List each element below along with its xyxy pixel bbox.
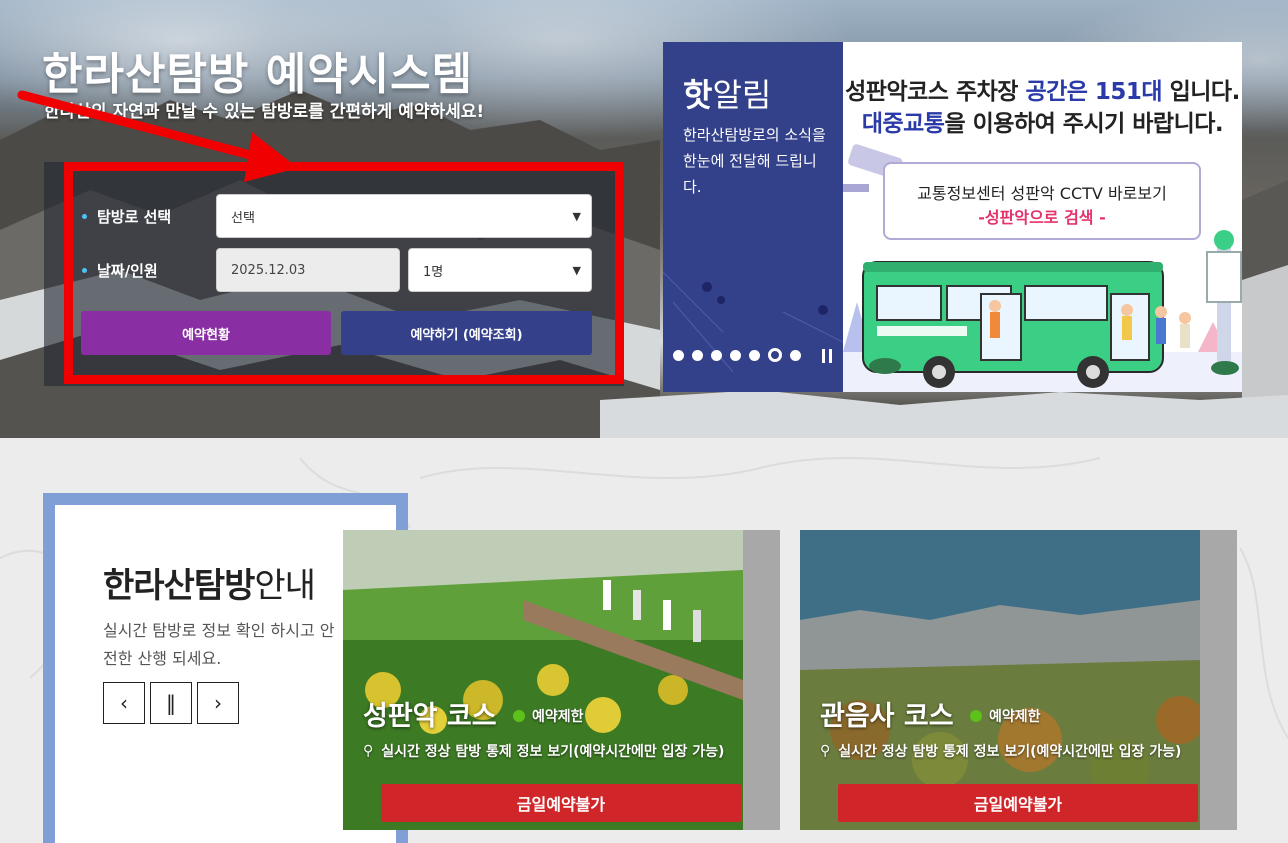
- notice-slide[interactable]: 성판악코스 주차장 공간은 151대 입니다. 대중교통을 이용하여 주시기 바…: [843, 42, 1242, 392]
- chevron-left-icon: ‹: [120, 691, 128, 715]
- notice-panel: 핫알림 한라산탐방로의 소식을 한눈에 전달해 드립니다.: [663, 42, 843, 392]
- map-pin-icon: ⚲: [363, 743, 374, 759]
- book-button[interactable]: 금일예약불가: [381, 784, 741, 822]
- notice-description: 한라산탐방로의 소식을 한눈에 전달해 드립니다.: [683, 126, 826, 196]
- status-dot-icon: [970, 710, 982, 722]
- slide-dot[interactable]: [711, 349, 722, 361]
- prev-slide-button[interactable]: ‹: [103, 682, 145, 724]
- pause-slide-button[interactable]: ‖: [150, 682, 192, 724]
- page-title: 한라산탐방 예약시스템: [42, 49, 474, 100]
- slide-dot[interactable]: [692, 349, 703, 361]
- slide-indicators: [673, 348, 809, 362]
- bus-illustration-icon: [843, 230, 1242, 392]
- slide-dot[interactable]: [673, 349, 684, 361]
- course-name: 성판악 코스: [363, 701, 497, 732]
- course-card-seongpanak[interactable]: 성판악 코스 예약제한 ⚲ 실시간 정상 탐방 통제 정보 보기(예약시간에만 입…: [343, 530, 780, 830]
- slide-dot-active[interactable]: [768, 348, 782, 362]
- course-status: 예약제한: [970, 706, 1041, 726]
- chevron-right-icon: ›: [214, 691, 222, 715]
- parking-notice: 성판악코스 주차장 공간은 151대 입니다.: [845, 79, 1240, 105]
- course-status: 예약제한: [513, 706, 584, 726]
- page-subtitle: 한라산의 자연과 만날 수 있는 탐방로를 간편하게 예약하세요!: [44, 102, 485, 122]
- slide-dot[interactable]: [790, 349, 801, 361]
- slide-dot[interactable]: [730, 349, 741, 361]
- guide-description: 실시간 탐방로 정보 확인 하시고 안전한 산행 되세요.: [103, 621, 335, 668]
- card-side-strip: [1200, 530, 1237, 830]
- card-side-strip: [743, 530, 780, 830]
- guide-title: 한라산탐방안내: [103, 566, 316, 606]
- next-slide-button[interactable]: ›: [197, 682, 239, 724]
- notice-heading: 핫알림: [683, 76, 772, 114]
- transit-notice: 대중교통을 이용하여 주시기 바랍니다.: [861, 111, 1224, 137]
- pause-icon[interactable]: [822, 349, 832, 363]
- map-pin-icon: ⚲: [820, 743, 831, 759]
- course-card-gwaneumsa[interactable]: 관음사 코스 예약제한 ⚲ 실시간 정상 탐방 통제 정보 보기(예약시간에만 입…: [800, 530, 1237, 830]
- pause-icon: ‖: [166, 691, 176, 715]
- course-name: 관음사 코스: [820, 701, 954, 732]
- book-button[interactable]: 금일예약불가: [838, 784, 1198, 822]
- realtime-info-link[interactable]: ⚲ 실시간 정상 탐방 통제 정보 보기(예약시간에만 입장 가능): [363, 741, 724, 761]
- highlight-frame: [64, 162, 624, 384]
- slide-dot[interactable]: [749, 349, 760, 361]
- realtime-info-link[interactable]: ⚲ 실시간 정상 탐방 통제 정보 보기(예약시간에만 입장 가능): [820, 741, 1181, 761]
- status-dot-icon: [513, 710, 525, 722]
